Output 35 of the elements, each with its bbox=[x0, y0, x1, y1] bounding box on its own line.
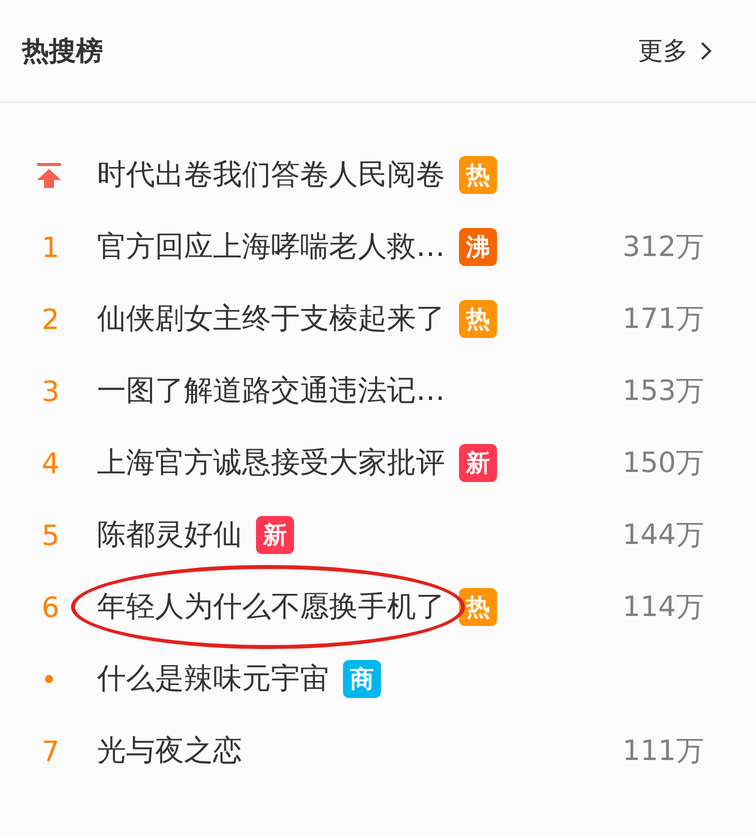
heat-count: 111万 bbox=[622, 733, 704, 769]
heat-count: 153万 bbox=[622, 373, 704, 409]
topic-link[interactable]: 什么是辣味元宇宙 bbox=[97, 661, 329, 695]
topic-link[interactable]: 仙侠剧女主终于支棱起来了 bbox=[97, 301, 445, 335]
heat-count: 171万 bbox=[622, 301, 704, 337]
rank-number: 1 bbox=[40, 230, 60, 264]
rank-number: 7 bbox=[40, 734, 60, 768]
heat-count: 150万 bbox=[622, 445, 704, 481]
topic-link[interactable]: 上海官方诚恳接受大家批评 bbox=[97, 445, 445, 479]
more-link[interactable]: 更多 bbox=[638, 34, 712, 67]
tag-badge: 热 bbox=[459, 300, 497, 338]
topic-link[interactable]: 光与夜之恋 bbox=[97, 733, 242, 767]
rank-number: 5 bbox=[40, 518, 60, 552]
tag-badge: 新 bbox=[256, 516, 294, 554]
tag-badge: 商 bbox=[343, 660, 381, 698]
rank-number: 6 bbox=[40, 590, 60, 624]
panel-title: 热搜榜 bbox=[22, 34, 103, 68]
topic-link[interactable]: 一图了解道路交通违法记… bbox=[97, 373, 445, 407]
rank-number: 2 bbox=[40, 302, 60, 336]
heat-count: 312万 bbox=[622, 229, 704, 265]
rank-number: 4 bbox=[40, 446, 60, 480]
rank-number: 3 bbox=[40, 374, 60, 408]
tag-badge: 热 bbox=[459, 156, 497, 194]
topic-link[interactable]: 年轻人为什么不愿换手机了 bbox=[97, 589, 445, 623]
tag-badge: 热 bbox=[459, 588, 497, 626]
topic-link[interactable]: 陈都灵好仙 bbox=[97, 517, 242, 551]
chevron-right-icon bbox=[700, 40, 712, 60]
tag-badge: 新 bbox=[459, 444, 497, 482]
topic-link[interactable]: 官方回应上海哮喘老人救… bbox=[97, 229, 445, 263]
topic-link[interactable]: 时代出卷我们答卷人民阅卷 bbox=[97, 157, 445, 191]
bullet-icon bbox=[44, 675, 52, 683]
pin-top-icon bbox=[34, 161, 62, 189]
heat-count: 144万 bbox=[622, 517, 704, 553]
tag-badge: 沸 bbox=[459, 228, 497, 266]
heat-count: 114万 bbox=[622, 589, 704, 625]
